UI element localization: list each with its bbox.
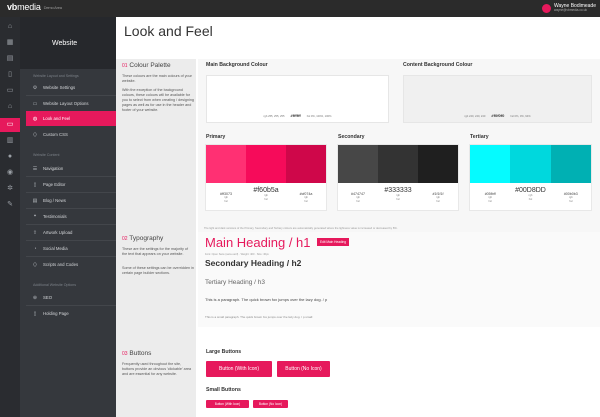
sidebar-group-content: Website Content	[33, 153, 60, 157]
secondary-main-swatch	[378, 145, 418, 183]
sidebar-item-page-editor[interactable]: ▯ Page Editor	[26, 177, 116, 192]
h2-sample: Secondary Heading / h2	[205, 258, 302, 268]
sidebar: Website Website Layout and Settings ⚙ Web…	[20, 17, 116, 417]
h1-font-meta: Font: Open Sans (sans-serif) · Weight: 4…	[205, 253, 269, 256]
holding-page-icon: ▯	[33, 310, 37, 317]
settings-icon[interactable]: ✲	[6, 185, 14, 193]
page-title: Look and Feel	[124, 23, 213, 39]
folder-icon[interactable]: ▭	[6, 87, 14, 95]
tertiary-dark-swatch	[550, 145, 591, 183]
primary-palette[interactable]: #ff3073 rgb hsl #f60b5a rgb hsl #cf074a rgb hs…	[205, 144, 327, 211]
main-bg-swatch[interactable]: rgb 255, 255, 255 #ffffff hsl 0%, 100%, 10…	[206, 75, 389, 123]
section-title-colour-palette: 01 Colour Palette	[122, 62, 171, 69]
section-desc-typography-1: These are the settings for the majority …	[122, 247, 188, 256]
icon-rail: ⌂ ▦ ▤ ▯ ▭ ⌂ ▭ ▥ ● ◉ ✲ ✎	[0, 17, 20, 417]
secondary-dark-swatch	[418, 145, 458, 183]
sidebar-item-navigation[interactable]: ☰ Navigation	[26, 161, 116, 176]
small-button-no-icon[interactable]: Button (No Icon)	[253, 400, 288, 408]
section-desc-typography-2: Some of these settings can be overridden…	[122, 266, 194, 275]
home-icon[interactable]: ⌂	[6, 23, 14, 31]
secondary-label: Secondary	[338, 134, 365, 140]
sidebar-header: Website	[20, 17, 116, 69]
small-button-with-icon[interactable]: Button (With Icon)	[206, 400, 249, 408]
palette-icon: ◍	[32, 115, 38, 122]
bank-icon[interactable]: ⌂	[6, 103, 14, 111]
sidebar-item-scripts-and-codes[interactable]: ⟨⟩ Scripts and Codes	[26, 257, 116, 272]
main-bg-label: Main Background Colour	[206, 62, 268, 68]
map-pin-icon[interactable]: ◉	[6, 169, 14, 177]
sidebar-item-custom-css[interactable]: ⟨⟩ Custom CSS	[26, 127, 116, 142]
primary-label: Primary	[206, 134, 226, 140]
tertiary-light-swatch	[470, 145, 511, 183]
primary-light-swatch	[206, 145, 246, 183]
logo-vb: vb	[7, 2, 18, 12]
user-email: wayne@vbmedia.co.uk	[553, 8, 587, 13]
quote-icon: ❝	[33, 213, 37, 220]
navigation-icon: ☰	[32, 165, 38, 172]
sidebar-item-blog-news[interactable]: ▤ Blog / News	[26, 193, 116, 208]
people-icon[interactable]: ●	[6, 153, 14, 161]
logo-media: media	[17, 2, 41, 12]
sidebar-item-holding-page[interactable]: ▯ Holding Page	[26, 306, 116, 321]
upload-icon: ⇧	[32, 229, 38, 236]
sidebar-title: Website	[52, 40, 78, 47]
section-desc-palette-2: With the exception of the background col…	[122, 88, 194, 112]
large-button-with-icon[interactable]: Button (With Icon)	[206, 361, 272, 377]
sidebar-item-artwork-upload[interactable]: ⇧ Artwork Upload	[26, 225, 116, 240]
palette-note: The light and dark versions of the Prima…	[204, 227, 398, 230]
top-bar: vbmedia Demo Area Wayne Bodimeade wayne@v…	[0, 0, 600, 17]
chart-icon[interactable]: ▥	[6, 137, 14, 145]
user-menu[interactable]: Wayne Bodimeade wayne@vbmedia.co.uk	[541, 2, 596, 15]
paragraph-sample: This is a paragraph. The quick brown fox…	[205, 297, 328, 302]
large-button-no-icon[interactable]: Button (No Icon)	[277, 361, 330, 377]
sidebar-item-website-settings[interactable]: ⚙ Website Settings	[26, 80, 116, 95]
desktop-icon[interactable]: ▭	[0, 118, 20, 132]
sidebar-item-website-layout-options[interactable]: ▭ Website Layout Options	[26, 96, 116, 111]
primary-dark-swatch	[286, 145, 326, 183]
sidebar-item-seo[interactable]: ⊕ SEO	[26, 290, 116, 305]
sidebar-group-additional: Additional Website Options	[33, 283, 77, 287]
page-icon: ▯	[33, 181, 37, 188]
gear-icon: ⚙	[32, 84, 38, 91]
small-paragraph-sample: This is a small paragraph. The quick bro…	[205, 315, 313, 319]
secondary-light-swatch	[338, 145, 378, 183]
section-title-buttons: 03 Buttons	[122, 350, 152, 357]
tertiary-palette[interactable]: #05fbff rgb hsl #00D8DD rgb hsl #00b0b3 rgb hs…	[469, 144, 592, 211]
logo-subtitle: Demo Area	[43, 5, 62, 11]
section-desc-buttons: Frequently used throughout the site, but…	[122, 362, 192, 376]
edit-main-heading-button[interactable]: Edit Main Heading	[317, 238, 350, 246]
layout-icon: ▭	[32, 100, 38, 107]
secondary-palette[interactable]: #474747 rgb hsl #333333 rgb hsl #1f1f1f rgb hs…	[337, 144, 459, 211]
h1-sample: Main Heading / h1	[205, 235, 311, 250]
h3-sample: Tertiary Heading / h3	[205, 279, 265, 286]
avatar	[541, 4, 551, 13]
small-buttons-label: Small Buttons	[206, 387, 241, 393]
section-title-typography: 02 Typography	[122, 235, 164, 242]
app-logo[interactable]: vbmedia Demo Area	[7, 2, 62, 12]
sidebar-item-look-and-feel[interactable]: ◍ Look and Feel	[26, 111, 116, 126]
tertiary-label: Tertiary	[470, 134, 489, 140]
sidebar-item-testimonials[interactable]: ❝ Testimonials	[26, 209, 116, 224]
news-icon: ▤	[32, 197, 38, 204]
seo-icon: ⊕	[32, 294, 38, 301]
wrench-icon[interactable]: ✎	[6, 201, 14, 209]
content-bg-swatch[interactable]: rgb 240, 240, 240 #f0f0f0 hsl 0%, 0%, 94%	[403, 75, 592, 123]
sidebar-item-social-media[interactable]: ◔ Social Media	[26, 241, 116, 256]
share-icon: ◔	[33, 245, 37, 252]
large-buttons-label: Large Buttons	[206, 349, 242, 355]
content-bg-label: Content Background Colour	[403, 62, 473, 68]
file-icon[interactable]: ▯	[6, 71, 14, 79]
grid-icon[interactable]: ▤	[6, 55, 14, 63]
tertiary-main-swatch	[510, 145, 551, 183]
sidebar-group-layout: Website Layout and Settings	[33, 74, 79, 78]
main-content: Look and Feel 01 Colour Palette These co…	[116, 17, 600, 417]
code-icon: ⟨⟩	[33, 131, 37, 138]
primary-main-swatch	[246, 145, 286, 183]
dashboard-icon[interactable]: ▦	[6, 39, 14, 47]
section-desc-palette-1: These colours are the main colours of yo…	[122, 74, 192, 83]
script-icon: ⟨⟩	[33, 261, 37, 268]
